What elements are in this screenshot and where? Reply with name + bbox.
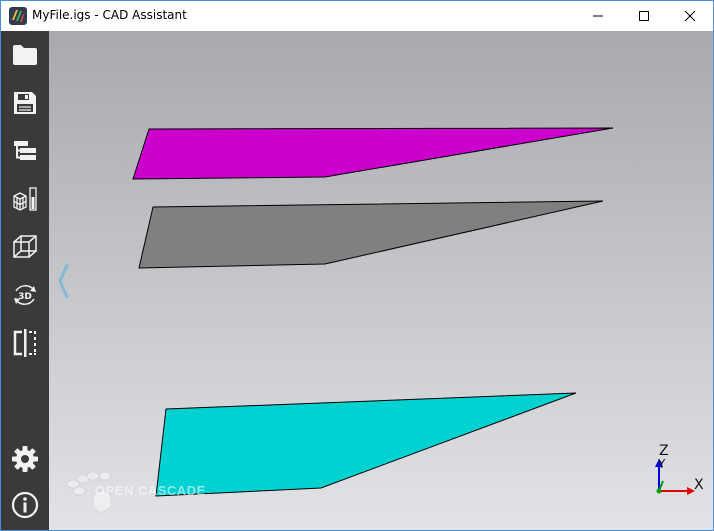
watermark-text: OPEN CASCADE — [95, 483, 206, 498]
window-title: MyFile.igs - CAD Assistant — [32, 8, 187, 22]
chevron-left-icon — [58, 263, 69, 299]
panel-expand-handle[interactable] — [55, 263, 71, 299]
tool-sidebar: 3D — [1, 31, 49, 530]
save-icon — [14, 92, 36, 114]
scene-canvas — [132, 127, 614, 497]
y-axis-label: Y — [658, 457, 666, 471]
clipping-plane-icon — [13, 329, 36, 357]
3d-viewport[interactable]: OPEN CASCADE Z Y X — [49, 31, 713, 530]
settings-button[interactable] — [7, 441, 43, 477]
gray-face[interactable] — [138, 200, 604, 269]
display-mode-icon — [13, 187, 37, 211]
close-button[interactable] — [667, 1, 713, 31]
3d-rotate-icon: 3D — [14, 285, 36, 305]
app-window: MyFile.igs - CAD Assistant 3D OPEN CASCA… — [0, 0, 714, 531]
app-logo-icon — [9, 7, 27, 25]
magenta-face[interactable] — [132, 127, 614, 180]
clipping-plane-button[interactable] — [7, 325, 43, 361]
svg-text:3D: 3D — [18, 292, 32, 302]
folder-icon — [13, 45, 37, 65]
maximize-button[interactable] — [621, 1, 667, 31]
info-icon — [11, 491, 39, 519]
title-bar[interactable]: MyFile.igs - CAD Assistant — [1, 1, 713, 31]
axis-origin — [656, 488, 662, 494]
model-tree-icon — [14, 141, 36, 160]
cyan-face[interactable] — [155, 392, 577, 497]
minimize-button[interactable] — [575, 1, 621, 31]
3d-view-button[interactable]: 3D — [7, 277, 43, 313]
wireframe-cube-icon — [13, 235, 37, 258]
gear-icon — [12, 446, 38, 472]
axis-triad — [655, 459, 695, 495]
wireframe-cube-button[interactable] — [7, 229, 43, 265]
close-icon — [684, 10, 696, 22]
minimize-icon — [593, 15, 603, 17]
model-tree-button[interactable] — [7, 133, 43, 169]
info-button[interactable] — [7, 487, 43, 523]
open-file-button[interactable] — [7, 37, 43, 73]
save-button[interactable] — [7, 85, 43, 121]
maximize-icon — [639, 11, 649, 21]
x-axis-label: X — [694, 477, 704, 493]
display-mode-button[interactable] — [7, 181, 43, 217]
